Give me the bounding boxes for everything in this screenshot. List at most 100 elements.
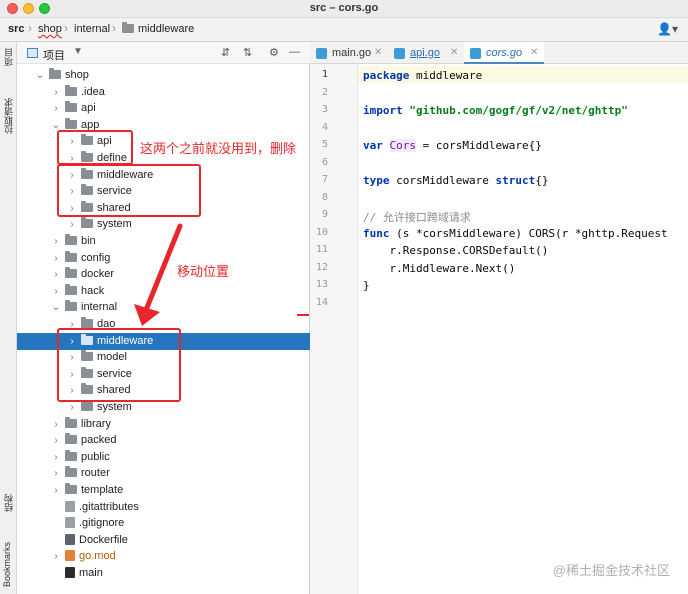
strip-item-bookmarks[interactable]: Bookmarks — [2, 542, 12, 587]
project-view-icon — [27, 48, 38, 58]
folder-icon — [49, 68, 61, 79]
user-icon[interactable]: 👤▾ — [657, 22, 678, 36]
tree-item-label: router — [81, 467, 110, 480]
line-number: 3 — [321, 104, 328, 115]
tree-item-gitattributes[interactable]: .gitattributes — [17, 499, 310, 516]
tree-item-content: Dockerfile — [65, 532, 128, 549]
folder-icon — [65, 466, 77, 478]
tree-item-api[interactable]: › api — [17, 100, 310, 117]
line-number: 12 — [315, 261, 328, 273]
tree-item-label: template — [81, 484, 124, 496]
tree-item-content: .idea — [65, 84, 105, 101]
gear-icon[interactable]: ⚙ — [269, 46, 279, 59]
folder-icon — [65, 267, 77, 279]
tree-item-content: public — [65, 449, 110, 466]
code-line: r.Middleware.Next() — [363, 261, 516, 275]
tab-main-go[interactable]: main.go ✕ — [310, 42, 388, 64]
chevron-right-icon[interactable]: › — [51, 482, 61, 499]
folder-icon — [65, 250, 77, 262]
close-icon[interactable]: ✕ — [450, 42, 458, 64]
go-file-icon — [394, 48, 405, 59]
breadcrumb-middleware[interactable]: middleware — [122, 22, 195, 35]
tree-item-content: api — [65, 100, 96, 117]
collapse-all-icon[interactable]: ⇅ — [243, 46, 252, 59]
chevron-right-icon[interactable]: › — [51, 100, 61, 117]
chevron-right-icon[interactable]: › — [51, 250, 61, 267]
breadcrumb-internal[interactable]: internal — [74, 23, 110, 35]
code-line: package middleware — [363, 69, 483, 82]
chevron-right-icon[interactable]: › — [67, 216, 77, 233]
tree-item-label: system — [97, 218, 132, 231]
chevron-right-icon[interactable]: › — [51, 233, 61, 250]
tree-item-main[interactable]: main — [17, 565, 310, 582]
tree-item-dockerfile[interactable]: Dockerfile — [17, 532, 310, 549]
tab-label: cors.go — [486, 47, 523, 59]
chevron-right-icon[interactable]: › — [51, 84, 61, 101]
chevron-right-icon[interactable]: › — [51, 283, 61, 300]
strip-item-structure[interactable]: 结构 — [2, 494, 15, 512]
chevron-down-icon[interactable]: ⌄ — [35, 67, 45, 84]
tree-item-router[interactable]: › router — [17, 465, 310, 482]
breadcrumb-shop[interactable]: shop — [38, 23, 62, 35]
tab-label: api.go — [410, 47, 440, 59]
code-line: type corsMiddleware struct{} — [363, 174, 549, 187]
chevron-right-icon[interactable]: › — [51, 416, 61, 433]
tab-cors-go[interactable]: cors.go ✕ — [464, 42, 544, 64]
tree-item-label: .idea — [81, 85, 105, 98]
folder-icon — [65, 101, 77, 113]
breadcrumb-src[interactable]: src — [8, 23, 25, 35]
chevron-right-icon[interactable]: › — [51, 465, 61, 482]
tree-item-label: docker — [81, 268, 115, 281]
tree-item-template[interactable]: › template — [17, 482, 310, 499]
chevron-right-icon[interactable]: › — [51, 548, 61, 565]
line-number: 10 — [315, 226, 328, 238]
minimize-panel-icon[interactable]: — — [289, 46, 300, 58]
tree-item-packed[interactable]: › packed — [17, 432, 310, 449]
tree-item-content: shop — [49, 67, 89, 84]
folder-icon — [65, 416, 77, 428]
code-editor: main.go ✕ api.go ✕ cors.go ✕ 1 2 3 4 5 6 7 8 9 10… — [310, 42, 688, 594]
git-file-icon — [65, 517, 75, 529]
tree-item-label: public — [81, 450, 110, 463]
go-file-icon — [316, 48, 327, 59]
chevron-down-icon[interactable]: ⌄ — [51, 299, 61, 316]
tree-item-label: shop — [65, 69, 89, 81]
mod-file-icon — [65, 550, 75, 562]
code-line: var Cors = corsMiddleware{} — [363, 139, 542, 152]
close-icon[interactable]: ✕ — [530, 42, 538, 64]
chevron-right-icon[interactable]: › — [51, 432, 61, 449]
tree-item-idea[interactable]: › .idea — [17, 84, 310, 101]
line-number: 1 — [321, 69, 328, 80]
breadcrumb-middleware-label: middleware — [138, 23, 195, 35]
tree-item-shop[interactable]: ⌄ shop — [17, 67, 310, 84]
tab-api-go[interactable]: api.go ✕ — [388, 42, 464, 64]
folder-icon — [65, 117, 77, 129]
tree-item-gitignore[interactable]: .gitignore — [17, 515, 310, 532]
left-tool-strip: 项目 拉取请求 结构 Bookmarks — [0, 42, 17, 594]
tree-item-content: config — [65, 250, 110, 267]
strip-item-pull-requests[interactable]: 拉取请求 — [2, 98, 15, 134]
expand-all-icon[interactable]: ⇵ — [221, 46, 230, 59]
tree-item-public[interactable]: › public — [17, 449, 310, 466]
chevron-down-icon[interactable]: ▼ — [73, 46, 83, 57]
folder-icon — [65, 234, 77, 245]
annotation-note-remove: 这两个之前就没用到，删除 — [140, 141, 297, 156]
doc-file-icon — [65, 533, 75, 545]
window-title: src – cors.go — [309, 2, 379, 14]
git-file-icon — [65, 500, 75, 512]
strip-item-project[interactable]: 项目 — [2, 48, 15, 66]
tree-item-go-mod[interactable]: › go.mod — [17, 548, 310, 565]
chevron-right-icon[interactable]: › — [51, 449, 61, 466]
editor-tabs: main.go ✕ api.go ✕ cors.go ✕ — [310, 42, 688, 64]
tree-item-library[interactable]: › library — [17, 416, 310, 433]
line-number: 2 — [321, 86, 328, 98]
folder-icon — [65, 283, 77, 295]
tree-item-content: internal — [65, 299, 117, 316]
project-title[interactable]: 项目 — [43, 47, 65, 63]
chevron-right-icon[interactable]: › — [51, 266, 61, 283]
breadcrumb-separator: › — [112, 21, 116, 35]
close-icon[interactable]: ✕ — [374, 42, 382, 64]
folder-icon — [65, 84, 77, 96]
breadcrumb: src › shop › internal › middleware 👤▾ — [0, 18, 688, 42]
tree-item-content: main — [65, 565, 103, 582]
